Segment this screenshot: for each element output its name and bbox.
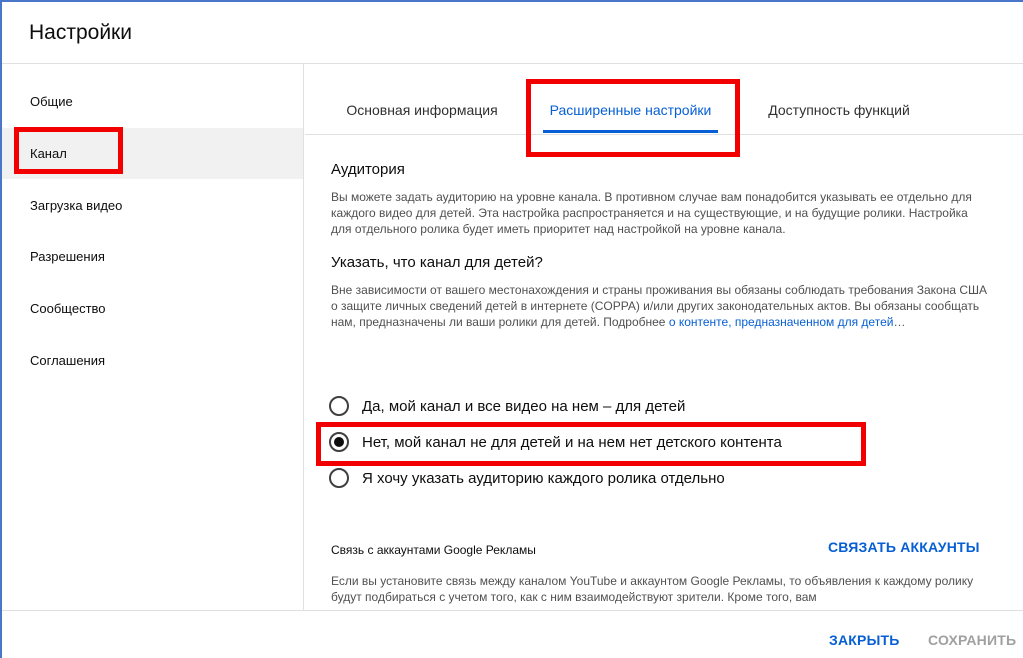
radio-button-checked-icon[interactable] <box>329 432 349 452</box>
save-button[interactable]: СОХРАНИТЬ <box>928 632 1016 648</box>
active-tab-indicator <box>543 130 718 133</box>
audience-heading: Аудитория <box>331 161 405 178</box>
audience-option-label: Да, мой канал и все видео на нем – для д… <box>362 397 686 415</box>
coppa-legal-text: Вне зависимости от вашего местонахождени… <box>331 282 991 330</box>
tab-advanced-settings[interactable]: Расширенные настройки <box>543 64 718 135</box>
radio-button-icon[interactable] <box>329 396 349 416</box>
made-for-kids-question: Указать, что канал для детей? <box>331 254 543 271</box>
audience-option-label: Я хочу указать аудиторию каждого ролика … <box>362 469 725 487</box>
tab-basic-info[interactable]: Основная информация <box>342 64 502 135</box>
made-for-kids-learn-more-link[interactable]: о контенте, предназначенном для детей <box>669 315 894 329</box>
audience-description: Вы можете задать аудиторию на уровне кан… <box>331 190 972 236</box>
close-button[interactable]: ЗАКРЫТЬ <box>829 632 899 648</box>
google-ads-description: Если вы установите связь между каналом Y… <box>331 574 974 604</box>
tab-feature-eligibility[interactable]: Доступность функций <box>761 64 917 135</box>
tab-bar: Основная информация Расширенные настройк… <box>305 64 1023 135</box>
audience-option-yes[interactable]: Да, мой канал и все видео на нем – для д… <box>329 391 685 421</box>
audience-section: Аудитория Вы можете задать аудиторию на … <box>331 161 991 330</box>
dialog-footer: ЗАКРЫТЬ СОХРАНИТЬ <box>2 610 1023 658</box>
audience-option-no[interactable]: Нет, мой канал не для детей и на нем нет… <box>329 427 782 457</box>
sidebar-item-community[interactable]: Сообщество <box>2 283 303 334</box>
sidebar-item-general[interactable]: Общие <box>2 76 303 127</box>
google-ads-link-title: Связь с аккаунтами Google Рекламы <box>331 543 536 557</box>
legal-text-ellipsis: … <box>893 315 906 329</box>
radio-button-icon[interactable] <box>329 468 349 488</box>
link-accounts-button[interactable]: СВЯЗАТЬ АККАУНТЫ <box>828 539 980 555</box>
sidebar-item-permissions[interactable]: Разрешения <box>2 231 303 282</box>
sidebar-item-upload-defaults[interactable]: Загрузка видео <box>2 180 303 231</box>
sidebar-item-agreements[interactable]: Соглашения <box>2 335 303 386</box>
settings-main: Основная информация Расширенные настройк… <box>305 64 1023 610</box>
sidebar-item-channel[interactable]: Канал <box>2 128 303 179</box>
dialog-header: Настройки <box>2 2 1023 64</box>
audience-option-label: Нет, мой канал не для детей и на нем нет… <box>362 433 782 451</box>
audience-option-per-video[interactable]: Я хочу указать аудиторию каждого ролика … <box>329 463 725 493</box>
dialog-title: Настройки <box>29 21 132 44</box>
settings-sidebar: Общие Канал Загрузка видео Разрешения Со… <box>2 64 304 610</box>
tab-advanced-settings-label: Расширенные настройки <box>549 102 712 118</box>
